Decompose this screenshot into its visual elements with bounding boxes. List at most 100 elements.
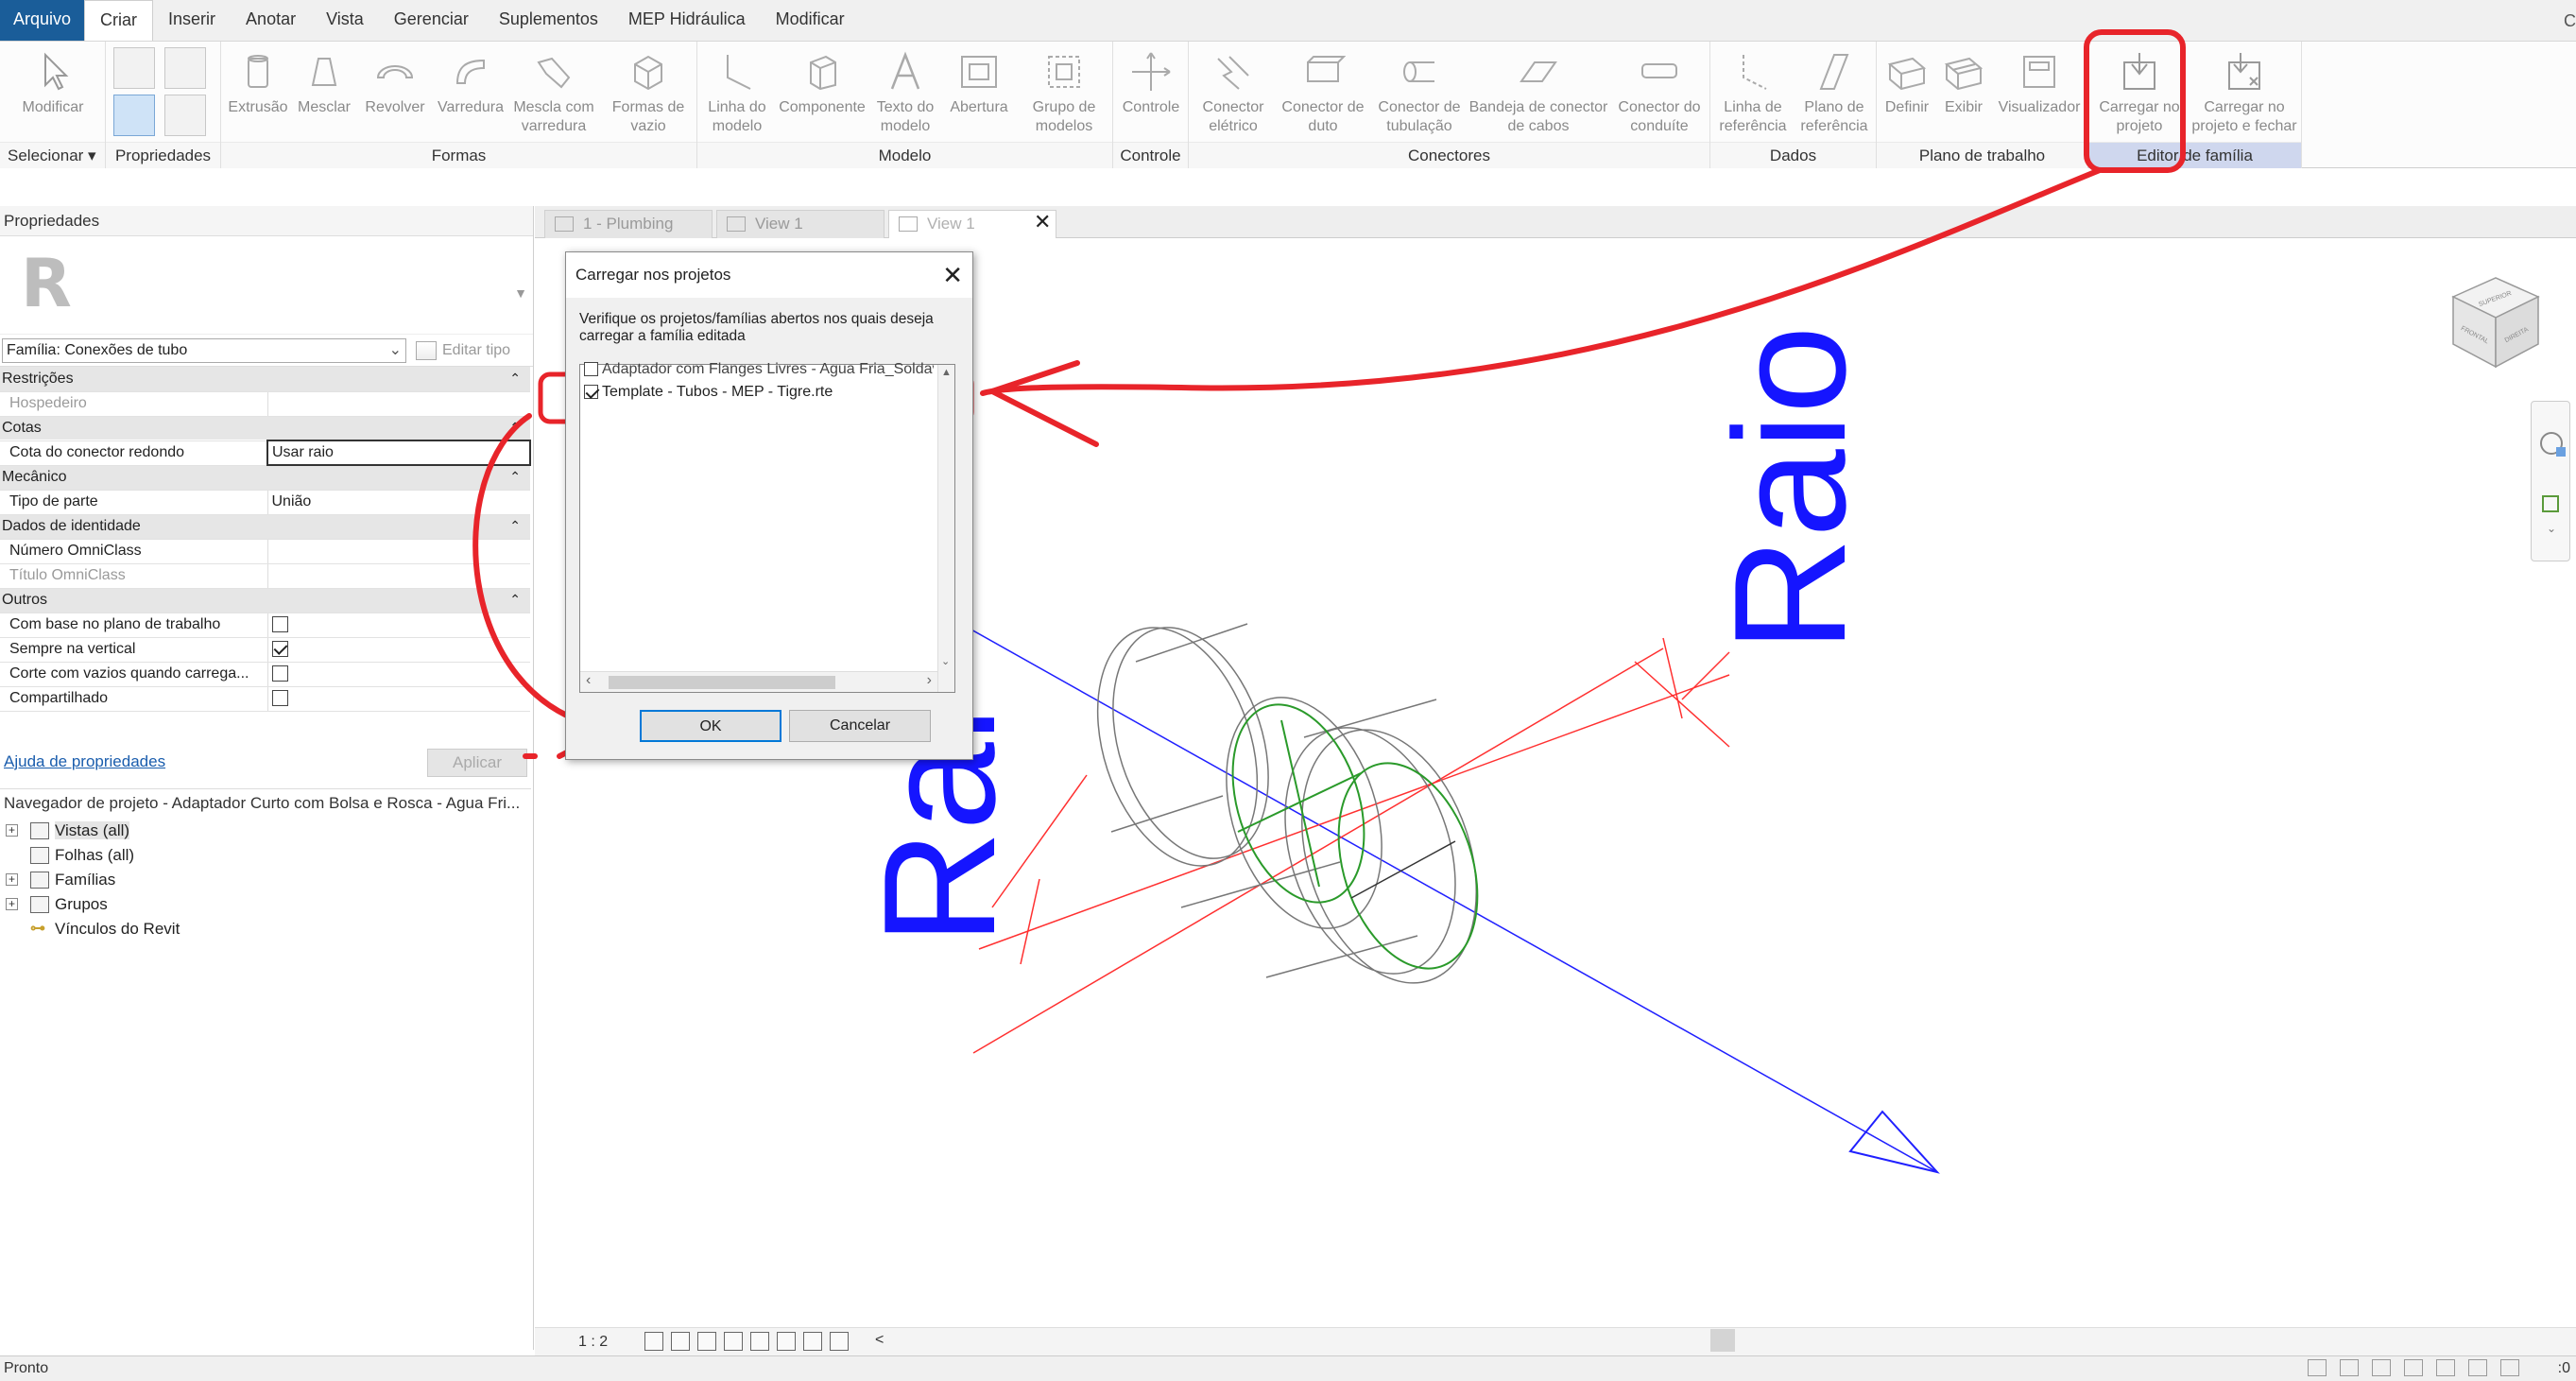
section-restricoes[interactable]: Restrições ⌃ <box>0 367 530 392</box>
lock-view-icon[interactable] <box>777 1332 796 1351</box>
tab-anotar[interactable]: Anotar <box>231 0 311 41</box>
view-bar-arrow[interactable]: < <box>875 1332 884 1349</box>
extrusao-button[interactable]: Extrusão <box>225 42 291 117</box>
expand-icon[interactable]: + <box>6 824 18 837</box>
expand-icon[interactable]: + <box>6 898 18 910</box>
tab-vista[interactable]: Vista <box>311 0 379 41</box>
close-tab-icon[interactable]: ✕ <box>1034 210 1051 234</box>
collapse-icon[interactable]: ⌃ <box>509 420 521 436</box>
menu-file[interactable]: Arquivo <box>0 0 85 41</box>
navigation-bar[interactable]: ⌄ <box>2531 401 2570 561</box>
dialog-close-icon[interactable]: ✕ <box>942 256 963 294</box>
shadows-icon[interactable] <box>724 1332 743 1351</box>
tab-view-1-active[interactable]: View 1 <box>888 210 1056 238</box>
modify-button[interactable]: Modificar <box>6 42 100 117</box>
tree-item-familias[interactable]: + Famílias <box>0 868 531 892</box>
tab-plumbing[interactable]: 1 - Plumbing <box>544 210 713 238</box>
list-item[interactable]: Template - Tubos - MEP - Tigre.rte <box>584 382 934 403</box>
properties-toggle-icon[interactable] <box>113 95 155 136</box>
tree-item-grupos[interactable]: + Grupos <box>0 892 531 917</box>
scroll-left-icon[interactable]: ‹ <box>586 672 591 689</box>
abertura-button[interactable]: Abertura <box>939 42 1019 117</box>
conector-eletrico-button[interactable]: Conector elétrico <box>1191 42 1276 136</box>
com-base-checkbox[interactable] <box>271 616 288 633</box>
scroll-down-icon[interactable]: ⌄ <box>941 655 950 667</box>
tab-mep-hidraulica[interactable]: MEP Hidráulica <box>613 0 761 41</box>
ok-button[interactable]: OK <box>640 710 781 742</box>
view-horizontal-scroll-thumb[interactable] <box>1710 1329 1735 1352</box>
bandeja-conector-button[interactable]: Bandeja de conector de cabos <box>1467 42 1610 136</box>
list-item-checkbox[interactable] <box>584 362 598 377</box>
expand-icon[interactable]: + <box>6 873 18 886</box>
formas-vazio-button[interactable]: Formas de vazio <box>603 42 694 136</box>
collapse-icon[interactable]: ⌃ <box>509 592 521 608</box>
type-properties-icon[interactable] <box>164 95 206 136</box>
family-types-icon[interactable] <box>164 47 206 89</box>
definir-button[interactable]: Definir <box>1879 42 1935 117</box>
select-links-icon[interactable] <box>2340 1359 2359 1376</box>
list-item-checkbox[interactable] <box>584 385 598 400</box>
revolver-button[interactable]: Revolver <box>357 42 433 117</box>
plano-referencia-button[interactable]: Plano de referência <box>1794 42 1875 136</box>
view-cube[interactable]: SUPERIOR FRONTAL DIREITA <box>2444 268 2548 372</box>
controle-button[interactable]: Controle <box>1117 42 1185 117</box>
properties-help-link[interactable]: Ajuda de propriedades <box>4 752 165 771</box>
projects-list[interactable]: Adaptador com Flanges Livres - Agua Fria… <box>579 361 955 693</box>
crop-view-icon[interactable] <box>803 1332 822 1351</box>
visualizador-button[interactable]: Visualizador <box>1992 42 2087 117</box>
corte-vazios-checkbox[interactable] <box>271 665 288 682</box>
type-selector-dropdown-icon[interactable]: ▼ <box>514 285 527 301</box>
varredura-button[interactable]: Varredura <box>431 42 510 117</box>
tree-item-vistas[interactable]: + Vistas (all) <box>0 819 531 843</box>
linha-modelo-button[interactable]: Linha do modelo <box>701 42 773 136</box>
collapse-icon[interactable]: ⌃ <box>509 371 521 387</box>
radius-dimension-label[interactable]: Raio <box>1701 325 1879 652</box>
type-selector[interactable]: R ▼ <box>0 236 533 335</box>
select-pinned-icon[interactable] <box>2404 1359 2423 1376</box>
conector-duto-button[interactable]: Conector de duto <box>1276 42 1370 136</box>
linha-referencia-button[interactable]: Linha de referência <box>1712 42 1794 136</box>
texto-modelo-button[interactable]: Texto do modelo <box>871 42 939 136</box>
select-by-face-icon[interactable] <box>2436 1359 2455 1376</box>
cota-conector-input[interactable]: Usar raio <box>266 440 531 466</box>
mesclar-button[interactable]: Mesclar <box>291 42 357 117</box>
tipo-parte-value[interactable]: União <box>266 490 530 515</box>
section-outros[interactable]: Outros ⌃ <box>0 588 530 613</box>
sempre-vertical-checkbox[interactable] <box>271 641 288 658</box>
cancel-button[interactable]: Cancelar <box>789 710 931 742</box>
mescla-varredura-button[interactable]: Mescla com varredura <box>505 42 603 136</box>
filter-icon[interactable] <box>2500 1359 2519 1376</box>
family-category-icon[interactable] <box>113 47 155 89</box>
tab-inserir[interactable]: Inserir <box>153 0 231 41</box>
tab-gerenciar[interactable]: Gerenciar <box>379 0 484 41</box>
worksharing-icon[interactable] <box>2308 1359 2327 1376</box>
selecionar-dropdown[interactable]: Selecionar ▾ <box>0 142 105 168</box>
tree-item-folhas[interactable]: Folhas (all) <box>0 843 531 868</box>
family-filter-select[interactable]: Família: Conexões de tubo ⌄ <box>2 338 406 363</box>
list-item[interactable]: Adaptador com Flanges Livres - Agua Fria… <box>584 359 934 380</box>
scroll-up-icon[interactable]: ▲ <box>941 367 952 378</box>
list-vertical-scrollbar[interactable]: ▲ ⌄ <box>937 365 954 692</box>
carregar-projeto-button[interactable]: Carregar no projeto <box>2090 42 2189 136</box>
compartilhado-checkbox[interactable] <box>271 690 288 707</box>
chevron-down-icon[interactable]: ⌄ <box>2547 522 2556 535</box>
tab-view-1[interactable]: View 1 <box>716 210 884 238</box>
detail-level-icon[interactable] <box>644 1332 663 1351</box>
view-scale[interactable]: 1 : 2 <box>578 1334 608 1351</box>
scroll-thumb[interactable] <box>609 676 835 689</box>
tab-modificar[interactable]: Modificar <box>761 0 860 41</box>
render-icon[interactable] <box>750 1332 769 1351</box>
exibir-button[interactable]: Exibir <box>1935 42 1992 117</box>
collapse-icon[interactable]: ⌃ <box>509 469 521 485</box>
section-identidade[interactable]: Dados de identidade ⌃ <box>0 514 530 540</box>
tab-criar[interactable]: Criar <box>84 0 154 41</box>
carregar-projeto-fechar-button[interactable]: Carregar no projeto e fechar <box>2189 42 2300 136</box>
list-horizontal-scrollbar[interactable]: ‹ › <box>580 671 937 692</box>
zoom-icon[interactable] <box>2542 495 2559 512</box>
edit-type-button[interactable]: Editar tipo <box>416 338 510 363</box>
scroll-right-icon[interactable]: › <box>927 672 932 689</box>
section-mecanico[interactable]: Mecânico ⌃ <box>0 465 530 491</box>
apply-button[interactable]: Aplicar <box>427 749 527 777</box>
temp-hide-icon[interactable] <box>830 1332 849 1351</box>
tree-item-vinculos[interactable]: ⊶ Vínculos do Revit <box>0 917 531 941</box>
